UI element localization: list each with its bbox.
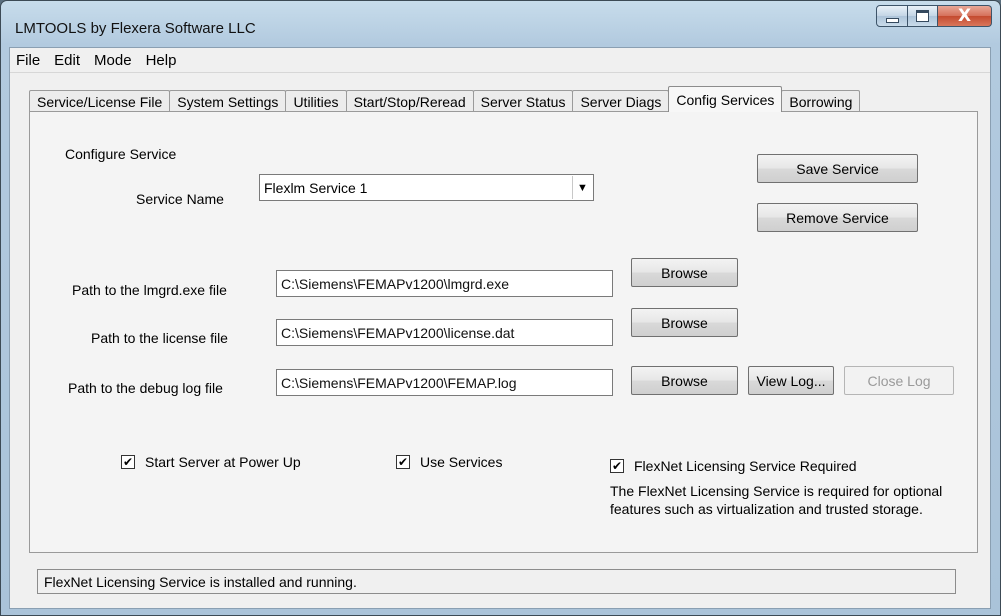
window-title: LMTOOLS by Flexera Software LLC: [15, 20, 256, 37]
tab-utilities[interactable]: Utilities: [285, 90, 347, 112]
save-service-button[interactable]: Save Service: [757, 154, 918, 183]
lmgrd-path-field[interactable]: [276, 270, 613, 297]
menu-file[interactable]: File: [10, 52, 48, 69]
service-name-value: Flexlm Service 1: [264, 180, 368, 196]
browse-debug-log-button[interactable]: Browse: [631, 366, 738, 395]
debug-log-path-label: Path to the debug log file: [68, 380, 223, 396]
lmgrd-path-label: Path to the lmgrd.exe file: [72, 282, 227, 298]
lmtools-window: LMTOOLS by Flexera Software LLC X File E…: [0, 0, 1001, 616]
close-button[interactable]: X: [938, 5, 992, 27]
menu-edit[interactable]: Edit: [48, 52, 88, 69]
browse-license-button[interactable]: Browse: [631, 308, 738, 337]
view-log-button[interactable]: View Log...: [748, 366, 834, 395]
status-bar: FlexNet Licensing Service is installed a…: [37, 569, 956, 594]
menu-mode[interactable]: Mode: [88, 52, 140, 69]
tab-config-services[interactable]: Config Services: [668, 86, 783, 112]
minimize-icon: [885, 18, 899, 23]
tab-borrowing[interactable]: Borrowing: [781, 90, 861, 112]
flexnet-note: The FlexNet Licensing Service is require…: [610, 483, 943, 517]
use-services-checkbox[interactable]: ✔ Use Services: [396, 454, 502, 470]
chevron-down-icon[interactable]: ▼: [572, 176, 592, 199]
check-icon: ✔: [121, 455, 135, 469]
client-area: File Edit Mode Help Service/License File…: [9, 47, 991, 609]
tab-server-status[interactable]: Server Status: [472, 90, 574, 112]
menu-bar: File Edit Mode Help: [10, 48, 990, 73]
debug-log-path-field[interactable]: [276, 369, 613, 396]
caption-buttons: X: [876, 5, 992, 29]
license-path-label: Path to the license file: [91, 330, 228, 346]
maximize-icon: [916, 10, 929, 22]
tab-server-diags[interactable]: Server Diags: [572, 90, 670, 112]
service-name-label: Service Name: [136, 191, 224, 207]
minimize-button[interactable]: [876, 5, 908, 27]
title-bar[interactable]: LMTOOLS by Flexera Software LLC X: [1, 1, 1000, 46]
maximize-button[interactable]: [908, 5, 938, 27]
tab-strip: Service/License File System Settings Uti…: [29, 86, 861, 112]
check-icon: ✔: [396, 455, 410, 469]
check-icon: ✔: [610, 459, 624, 473]
start-at-powerup-checkbox[interactable]: ✔ Start Server at Power Up: [121, 454, 301, 470]
license-path-field[interactable]: [276, 319, 613, 346]
tab-system-settings[interactable]: System Settings: [169, 90, 287, 112]
start-at-powerup-label: Start Server at Power Up: [145, 454, 301, 470]
browse-lmgrd-button[interactable]: Browse: [631, 258, 738, 287]
service-name-dropdown[interactable]: Flexlm Service 1 ▼: [259, 174, 594, 201]
flexnet-required-checkbox[interactable]: ✔ FlexNet Licensing Service Required: [610, 458, 857, 474]
use-services-label: Use Services: [420, 454, 503, 470]
flexnet-required-label: FlexNet Licensing Service Required: [634, 458, 857, 474]
close-log-button[interactable]: Close Log: [844, 366, 954, 395]
menu-help[interactable]: Help: [140, 52, 185, 69]
close-icon: X: [957, 6, 972, 26]
tab-start-stop-reread[interactable]: Start/Stop/Reread: [345, 90, 474, 112]
remove-service-button[interactable]: Remove Service: [757, 203, 918, 232]
tab-service-license-file[interactable]: Service/License File: [29, 90, 171, 112]
section-title: Configure Service: [65, 146, 177, 162]
